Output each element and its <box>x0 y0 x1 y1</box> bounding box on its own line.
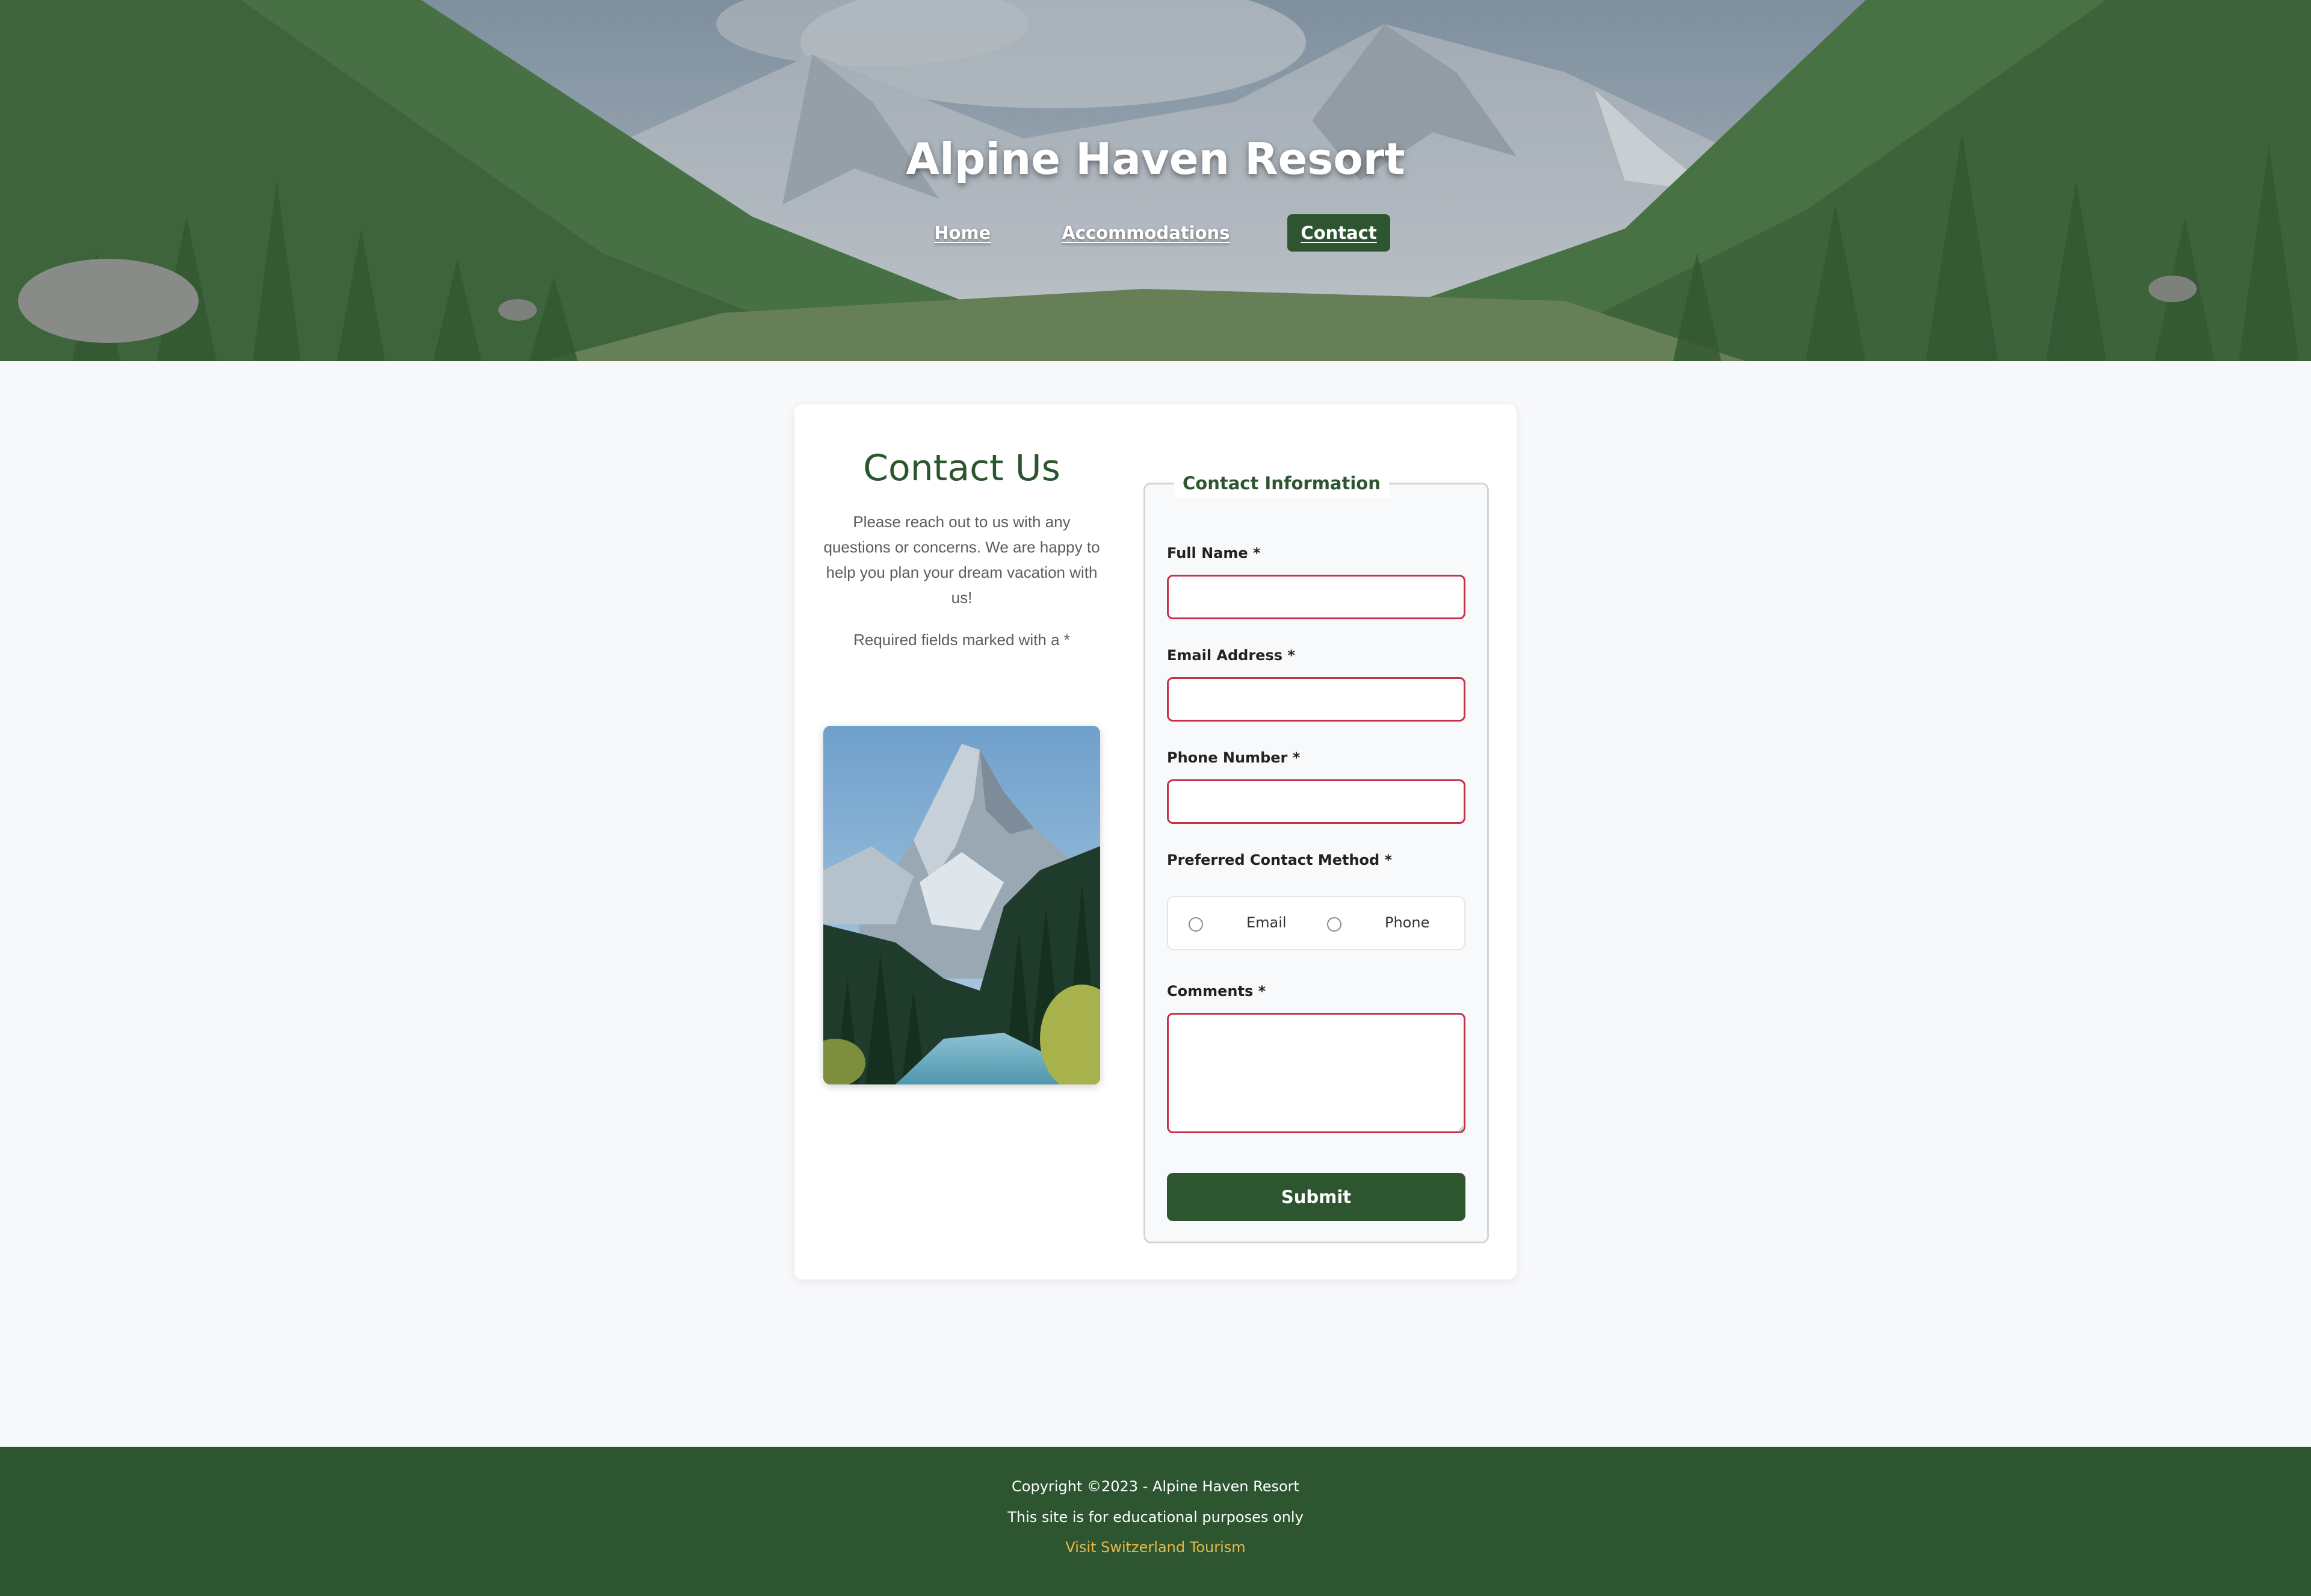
email-label: Email Address * <box>1167 647 1295 664</box>
site-title: Alpine Haven Resort <box>906 134 1405 184</box>
phone-label: Phone Number * <box>1167 749 1301 766</box>
main-nav: Home Accommodations Contact <box>0 214 2311 252</box>
email-input[interactable] <box>1167 677 1465 722</box>
comments-textarea[interactable] <box>1167 1013 1465 1133</box>
contact-card: Contact Us Please reach out to us with a… <box>794 404 1517 1279</box>
submit-button[interactable]: Submit <box>1167 1173 1465 1221</box>
site-footer: Copyright ©2023 - Alpine Haven Resort Th… <box>0 1447 2311 1596</box>
full-name-input[interactable] <box>1167 575 1465 619</box>
page-title: Contact Us <box>863 447 1060 489</box>
nav-item-contact[interactable]: Contact <box>1287 214 1390 252</box>
email-radio[interactable] <box>1189 917 1203 932</box>
phone-radio-label[interactable]: Phone <box>1385 914 1429 931</box>
email-radio-label[interactable]: Email <box>1246 914 1287 931</box>
footer-note: This site is for educational purposes on… <box>1007 1509 1304 1526</box>
contact-intro-section: Contact Us Please reach out to us with a… <box>823 447 1100 649</box>
mountain-peak-image <box>823 726 1100 1084</box>
contact-method-label: Preferred Contact Method * <box>1167 852 1393 868</box>
nav-item-accommodations[interactable]: Accommodations <box>1048 214 1243 252</box>
footer-tourism-link[interactable]: Visit Switzerland Tourism <box>0 1539 2311 1556</box>
form-legend: Contact Information <box>1174 469 1389 498</box>
required-note: Required fields marked with a * <box>853 631 1070 649</box>
footer-copyright: Copyright ©2023 - Alpine Haven Resort <box>1012 1478 1299 1495</box>
full-name-label: Full Name * <box>1167 545 1261 561</box>
contact-form: Contact Information Full Name * Email Ad… <box>1143 469 1489 1243</box>
phone-input[interactable] <box>1167 779 1465 824</box>
nav-item-home[interactable]: Home <box>921 214 1004 252</box>
intro-text: Please reach out to us with any question… <box>823 513 1100 607</box>
hero-banner: Alpine Haven Resort Home Accommodations … <box>0 0 2311 361</box>
comments-label: Comments * <box>1167 983 1266 1000</box>
phone-radio[interactable] <box>1327 917 1341 932</box>
contact-method-radio-group: Email Phone <box>1167 896 1465 950</box>
